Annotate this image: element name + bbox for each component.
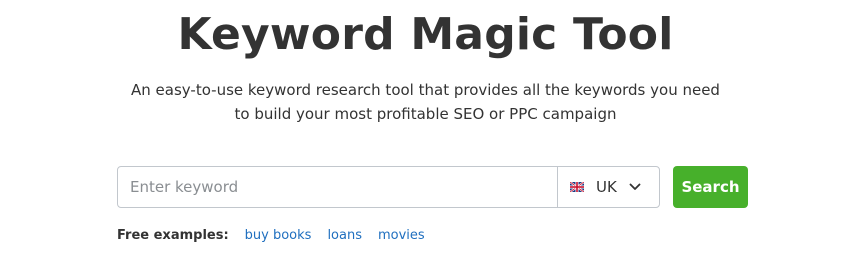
- subtitle-line-1: An easy-to-use keyword research tool tha…: [131, 81, 720, 99]
- database-select[interactable]: UK: [557, 167, 659, 207]
- keyword-magic-page: Keyword Magic Tool An easy-to-use keywor…: [0, 0, 851, 276]
- page-title: Keyword Magic Tool: [177, 9, 674, 60]
- database-label: UK: [596, 178, 617, 196]
- chevron-down-icon: [629, 183, 641, 190]
- search-button[interactable]: Search: [673, 166, 748, 208]
- subtitle-line-2: to build your most profitable SEO or PPC…: [234, 105, 617, 123]
- uk-flag-icon: [570, 182, 584, 192]
- search-box: UK: [117, 166, 660, 208]
- page-subtitle: An easy-to-use keyword research tool tha…: [0, 78, 851, 126]
- keyword-input[interactable]: [118, 167, 557, 207]
- example-link-movies[interactable]: movies: [378, 228, 425, 243]
- search-row: UK Search: [117, 166, 748, 208]
- free-examples-label: Free examples:: [117, 227, 229, 243]
- example-link-loans[interactable]: loans: [327, 228, 362, 243]
- example-link-buy-books[interactable]: buy books: [245, 228, 312, 243]
- free-examples: Free examples: buy books loans movies: [117, 225, 441, 245]
